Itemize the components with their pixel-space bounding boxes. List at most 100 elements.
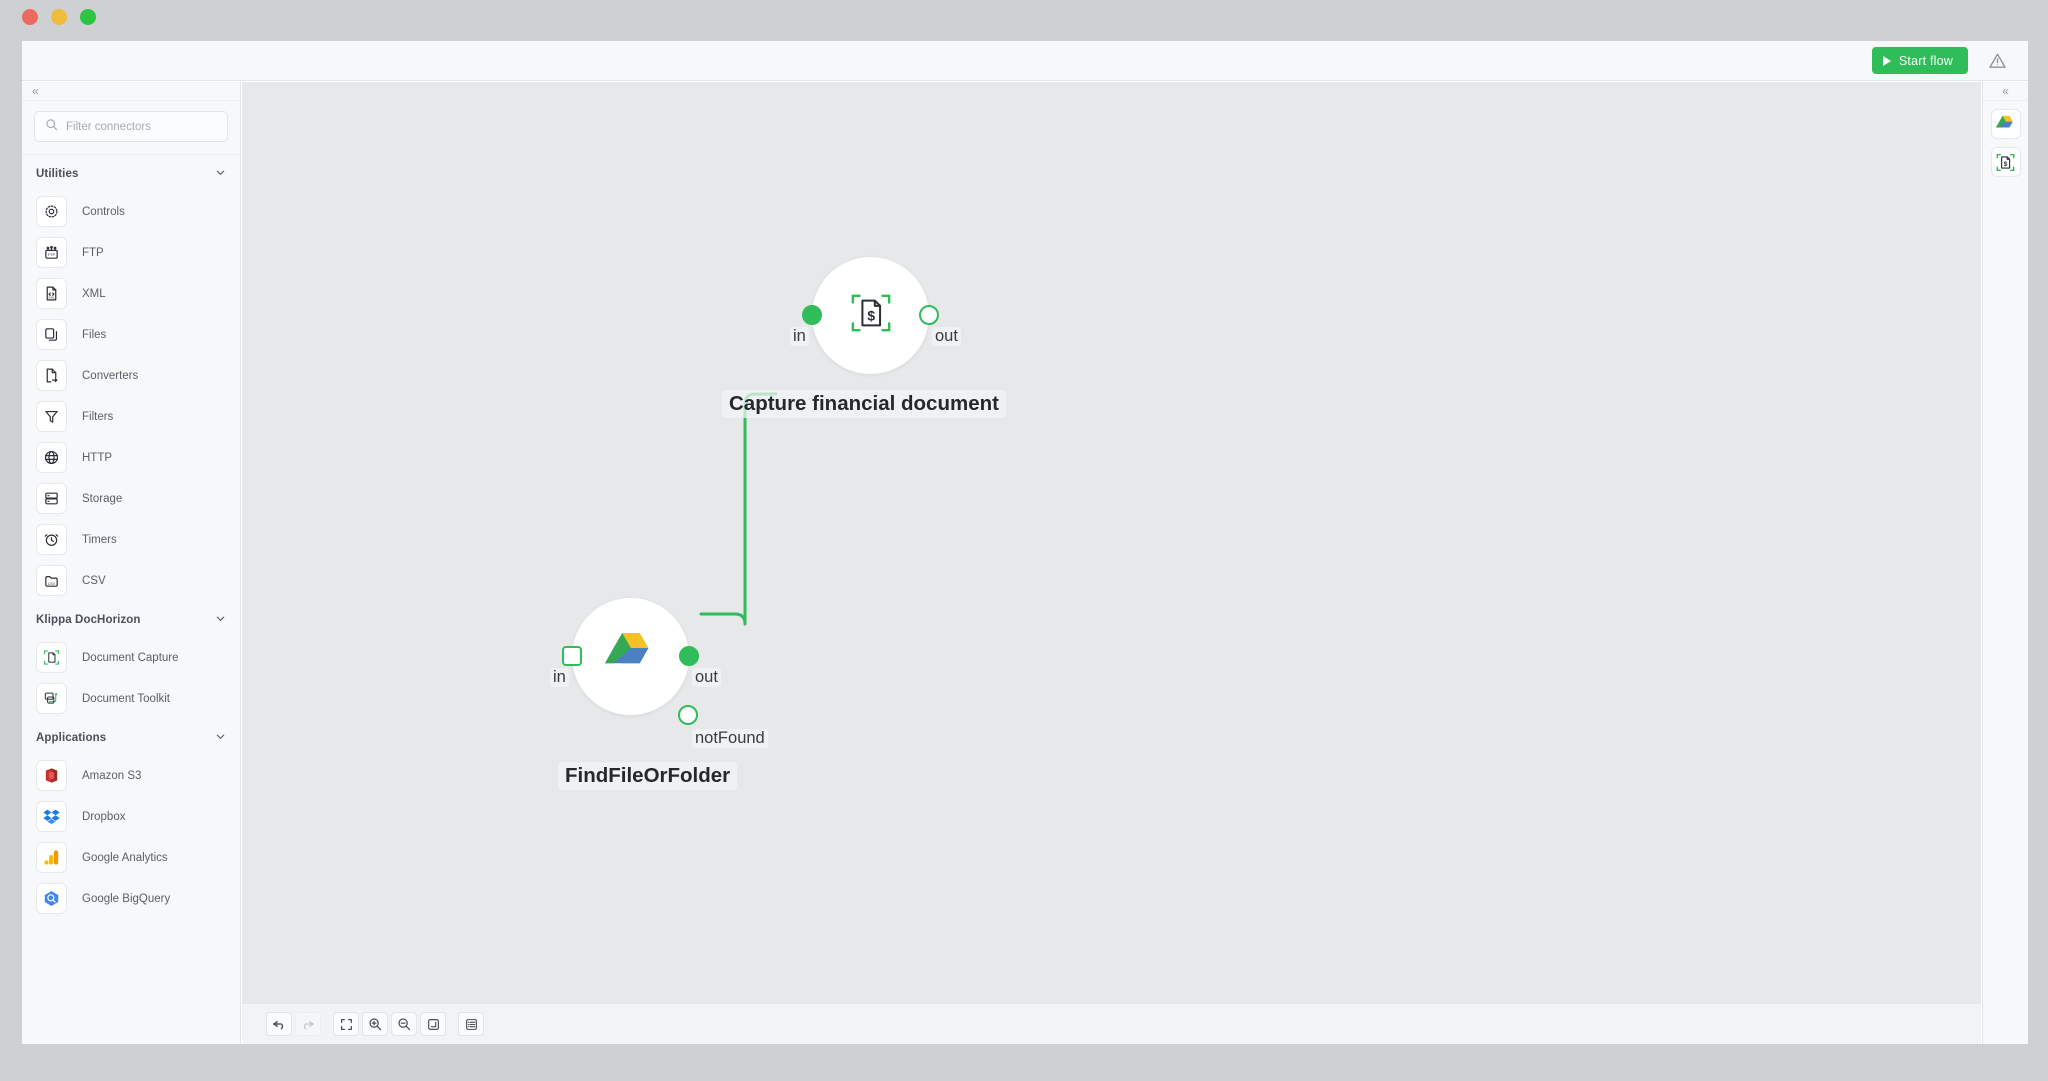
node-palette-rail: « $ bbox=[1982, 82, 2028, 1044]
filter-connectors-input[interactable] bbox=[66, 120, 217, 133]
svg-text:XML: XML bbox=[48, 296, 55, 300]
connector-label: Converters bbox=[82, 369, 139, 382]
warning-triangle-icon[interactable] bbox=[1980, 44, 2014, 78]
port-notfound[interactable] bbox=[678, 705, 698, 725]
node-capture-financial-document[interactable]: $ in out Capture financial document bbox=[722, 257, 1012, 457]
filter-section bbox=[22, 101, 240, 155]
node-body[interactable]: $ bbox=[812, 257, 929, 374]
svg-text:$: $ bbox=[867, 308, 875, 324]
close-window-button[interactable] bbox=[22, 9, 38, 25]
files-copy-icon bbox=[36, 319, 67, 350]
google-bigquery-icon bbox=[36, 883, 67, 914]
connector-item-controls[interactable]: Controls bbox=[22, 191, 240, 232]
ftp-server-icon: FTP bbox=[36, 237, 67, 268]
database-icon bbox=[36, 483, 67, 514]
connector-label: Google Analytics bbox=[82, 851, 168, 864]
svg-text:FTP: FTP bbox=[48, 253, 56, 257]
zoom-out-button[interactable] bbox=[391, 1012, 417, 1036]
alarm-clock-icon bbox=[36, 524, 67, 555]
connector-item-ftp[interactable]: FTP FTP bbox=[22, 232, 240, 273]
port-notfound-label: notFound bbox=[692, 729, 768, 748]
connector-label: CSV bbox=[82, 574, 106, 587]
group-label: Klippa DocHorizon bbox=[36, 614, 141, 626]
connector-label: Files bbox=[82, 328, 107, 341]
minimize-window-button[interactable] bbox=[51, 9, 67, 25]
port-out[interactable] bbox=[679, 646, 699, 666]
rail-google-drive-icon[interactable] bbox=[1990, 109, 2021, 139]
start-flow-label: Start flow bbox=[1898, 53, 1953, 68]
connector-item-csv[interactable]: CSV CSV bbox=[22, 560, 240, 601]
connector-item-filters[interactable]: Filters bbox=[22, 396, 240, 437]
group-header-utilities[interactable]: Utilities bbox=[22, 155, 240, 191]
node-body[interactable] bbox=[572, 598, 689, 715]
chevron-down-icon[interactable] bbox=[215, 167, 226, 181]
connector-item-document-toolkit[interactable]: Document Toolkit bbox=[22, 678, 240, 719]
chevron-down-icon[interactable] bbox=[215, 731, 226, 745]
node-findfileorfolder[interactable]: in out notFound FindFileOrFolder bbox=[550, 598, 772, 798]
connector-label: FTP bbox=[82, 246, 104, 259]
window-titlebar bbox=[0, 0, 2048, 34]
connector-label: Controls bbox=[82, 205, 125, 218]
group-header-klippa-dochorizon[interactable]: Klippa DocHorizon bbox=[22, 601, 240, 637]
toggle-panel-button[interactable] bbox=[458, 1012, 484, 1036]
connector-item-files[interactable]: Files bbox=[22, 314, 240, 355]
xml-file-icon: XML bbox=[36, 278, 67, 309]
start-flow-button[interactable]: Start flow bbox=[1871, 47, 1968, 74]
right-rail-collapse-row: « bbox=[1983, 82, 2028, 101]
port-in[interactable] bbox=[562, 646, 582, 666]
filter-connectors-box[interactable] bbox=[34, 111, 228, 142]
file-convert-icon bbox=[36, 360, 67, 391]
svg-text:$: $ bbox=[2004, 160, 2008, 167]
chevron-down-icon[interactable] bbox=[215, 613, 226, 627]
port-out-label: out bbox=[692, 668, 721, 687]
sidebar-collapse-row: « bbox=[22, 82, 240, 101]
fit-to-screen-button[interactable] bbox=[333, 1012, 359, 1036]
port-out[interactable] bbox=[919, 305, 939, 325]
connector-item-google-analytics[interactable]: Google Analytics bbox=[22, 837, 240, 878]
connector-label: XML bbox=[82, 287, 106, 300]
zoom-in-button[interactable] bbox=[362, 1012, 388, 1036]
connector-label: Storage bbox=[82, 492, 123, 505]
connector-item-storage[interactable]: Storage bbox=[22, 478, 240, 519]
connector-label: Document Capture bbox=[82, 651, 179, 664]
rail-document-capture-icon[interactable]: $ bbox=[1990, 147, 2021, 177]
google-analytics-icon bbox=[36, 842, 67, 873]
node-title: Capture financial document bbox=[722, 390, 1006, 418]
svg-text:CSV: CSV bbox=[48, 582, 56, 586]
node-title: FindFileOrFolder bbox=[558, 762, 738, 790]
document-toolkit-icon bbox=[36, 683, 67, 714]
connector-label: Timers bbox=[82, 533, 117, 546]
collapse-right-rail-icon[interactable]: « bbox=[2002, 85, 2009, 97]
document-capture-dollar-icon: $ bbox=[850, 292, 892, 339]
connector-item-converters[interactable]: Converters bbox=[22, 355, 240, 396]
redo-button[interactable] bbox=[295, 1012, 321, 1036]
google-drive-icon bbox=[604, 631, 657, 682]
connector-item-amazon-s3[interactable]: Amazon S3 bbox=[22, 755, 240, 796]
csv-file-icon: CSV bbox=[36, 565, 67, 596]
undo-button[interactable] bbox=[266, 1012, 292, 1036]
connector-label: Filters bbox=[82, 410, 114, 423]
connector-label: HTTP bbox=[82, 451, 113, 464]
edge-findfileorfolder-out-to-capture-in[interactable] bbox=[699, 392, 778, 626]
connector-groups: Utilities Controls FTP FTP XML XML Files Conver… bbox=[22, 155, 240, 919]
play-icon bbox=[1882, 55, 1891, 66]
connector-label: Google BigQuery bbox=[82, 892, 171, 905]
maximize-window-button[interactable] bbox=[80, 9, 96, 25]
connector-item-http[interactable]: HTTP bbox=[22, 437, 240, 478]
connector-item-google-bigquery[interactable]: Google BigQuery bbox=[22, 878, 240, 919]
group-label: Utilities bbox=[36, 168, 79, 180]
connector-item-document-capture[interactable]: Document Capture bbox=[22, 637, 240, 678]
connector-item-dropbox[interactable]: Dropbox bbox=[22, 796, 240, 837]
connector-item-timers[interactable]: Timers bbox=[22, 519, 240, 560]
port-out-label: out bbox=[932, 327, 961, 346]
reset-view-button[interactable] bbox=[420, 1012, 446, 1036]
port-in[interactable] bbox=[802, 305, 822, 325]
group-label: Applications bbox=[36, 732, 107, 744]
group-header-applications[interactable]: Applications bbox=[22, 719, 240, 755]
collapse-sidebar-icon[interactable]: « bbox=[32, 85, 39, 97]
connector-label: Document Toolkit bbox=[82, 692, 170, 705]
connector-item-xml[interactable]: XML XML bbox=[22, 273, 240, 314]
flow-edges-layer bbox=[699, 392, 778, 626]
connector-label: Amazon S3 bbox=[82, 769, 142, 782]
flow-canvas-area[interactable]: $ in out Capture financial document in o… bbox=[242, 82, 1981, 1044]
